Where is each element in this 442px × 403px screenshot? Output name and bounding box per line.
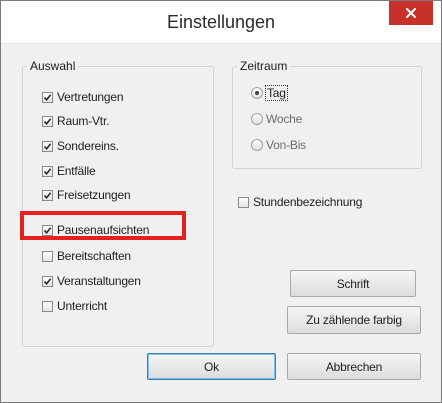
highlight-box (20, 211, 186, 240)
close-button[interactable] (389, 1, 433, 25)
checkmark-icon (43, 277, 52, 285)
stundenbezeichnung-checkbox[interactable]: Stundenbezeichnung (238, 193, 362, 211)
checkbox-entfaelle[interactable]: Entfälle (42, 162, 96, 180)
abbrechen-button[interactable]: Abbrechen (287, 353, 421, 380)
schrift-button[interactable]: Schrift (290, 270, 416, 297)
checkbox-sondereins[interactable]: Sondereins. (42, 137, 119, 155)
checkbox-box[interactable] (42, 189, 53, 201)
checkbox-box[interactable] (42, 140, 53, 152)
zeitraum-legend: Zeitraum (240, 59, 288, 73)
checkbox-box[interactable] (42, 91, 53, 103)
radio-button[interactable] (251, 87, 263, 99)
checkbox-box[interactable] (42, 115, 53, 127)
radio-label: Woche (266, 112, 303, 126)
close-icon (406, 8, 416, 18)
checkbox-box[interactable] (42, 165, 53, 177)
checkbox-label: Freisetzungen (57, 188, 131, 202)
checkmark-icon (43, 167, 52, 175)
checkbox-label: Sondereins. (57, 139, 119, 153)
stundenbezeichnung-label: Stundenbezeichnung (253, 195, 363, 209)
ok-button[interactable]: Ok (147, 353, 276, 380)
checkbox-label: Entfälle (57, 164, 96, 178)
checkbox-label: Veranstaltungen (57, 274, 141, 288)
checkbox-veranstaltungen[interactable]: Veranstaltungen (42, 272, 141, 290)
radio-label: Von-Bis (266, 138, 306, 152)
checkbox-vertretungen[interactable]: Vertretungen (42, 88, 124, 106)
radio-woche[interactable]: Woche (251, 110, 302, 128)
checkbox-label: Unterricht (57, 299, 108, 313)
stundenbezeichnung-box[interactable] (238, 196, 249, 208)
checkmark-icon (43, 142, 52, 150)
checkbox-freisetzungen[interactable]: Freisetzungen (42, 186, 131, 204)
checkbox-unterricht[interactable]: Unterricht (42, 297, 107, 315)
checkbox-box[interactable] (42, 300, 53, 312)
checkmark-icon (43, 117, 52, 125)
radio-tag[interactable]: Tag (251, 84, 288, 102)
radio-button[interactable] (251, 113, 263, 125)
radio-von-bis[interactable]: Von-Bis (251, 136, 306, 154)
auswahl-legend: Auswahl (30, 59, 76, 73)
radio-label: Tag (265, 85, 288, 101)
radio-button[interactable] (251, 139, 263, 151)
checkbox-label: Bereitschaften (57, 249, 131, 263)
checkbox-label: Vertretungen (57, 90, 124, 104)
settings-dialog: Einstellungen Auswahl Vertretungen Raum-V… (0, 0, 442, 403)
title-bar[interactable]: Einstellungen (1, 1, 441, 44)
checkbox-label: Raum-Vtr. (57, 114, 110, 128)
checkbox-raum-vtr[interactable]: Raum-Vtr. (42, 112, 109, 130)
checkbox-bereitschaften[interactable]: Bereitschaften (42, 247, 131, 265)
checkmark-icon (43, 191, 52, 199)
window-title: Einstellungen (166, 12, 276, 32)
checkbox-box[interactable] (42, 275, 53, 287)
checkbox-box[interactable] (42, 250, 53, 262)
checkmark-icon (43, 93, 52, 101)
zu-zaehlende-farbig-button[interactable]: Zu zählende farbig (287, 306, 421, 334)
